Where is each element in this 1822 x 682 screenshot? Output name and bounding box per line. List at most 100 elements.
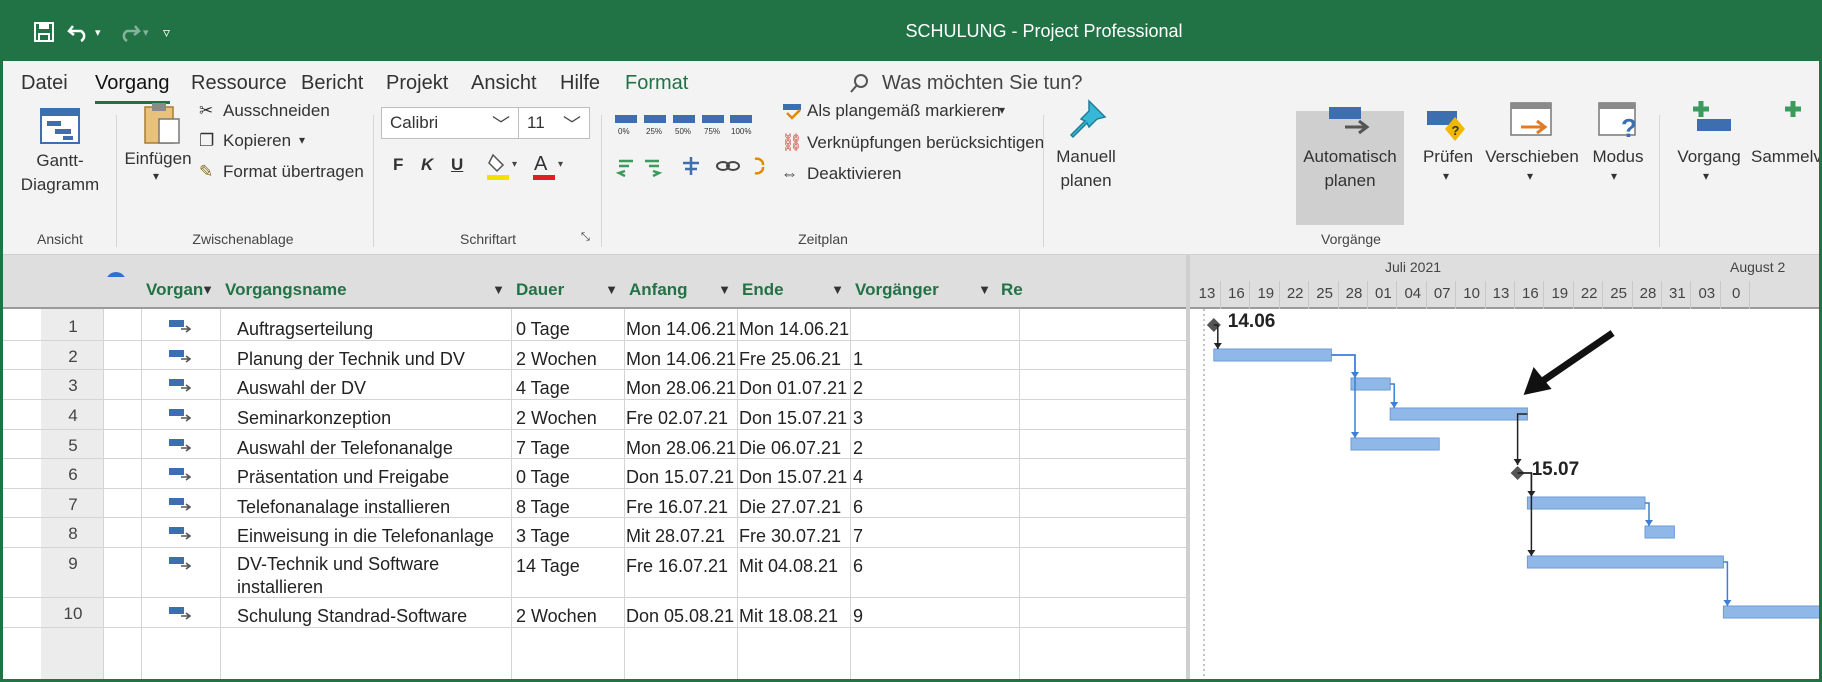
auto-scheduled-icon	[169, 526, 192, 540]
task-duration: 0 Tage	[516, 319, 570, 339]
filter-dropdown-icon[interactable]: ▼	[831, 282, 844, 297]
task-start: Don 15.07.21	[626, 467, 735, 487]
tab-ansicht[interactable]: Ansicht	[471, 72, 537, 95]
paste-button[interactable]: Einfügen	[123, 147, 193, 171]
gantt-chart-button[interactable]: Gantt- Diagramm	[13, 149, 107, 197]
task-predecessors: 1	[853, 349, 864, 369]
italic-button[interactable]: K	[421, 155, 433, 175]
ribbon-divider	[1659, 115, 1660, 247]
table-row[interactable]: 5 Auswahl der Telefonanalge 7 Tage Mon 28.0…	[3, 430, 1186, 459]
column-header-resources[interactable]: Re	[1001, 280, 1023, 308]
dependency-link	[1331, 354, 1356, 438]
percent-0-button[interactable]: 0%	[618, 127, 630, 136]
mark-on-track-button[interactable]: Als plangemäß markieren	[807, 101, 1001, 121]
font-color-icon[interactable]: A ▾	[531, 151, 565, 186]
column-header-duration[interactable]: Dauer ▼	[516, 280, 624, 308]
task-start: Mon 14.06.21	[626, 319, 737, 339]
insert-summary-icon[interactable]	[1779, 99, 1819, 144]
bold-button[interactable]: F	[393, 155, 403, 175]
mode-button[interactable]: Modus	[1585, 145, 1651, 169]
inactivate-button[interactable]: Deaktivieren	[807, 164, 902, 184]
task-duration: 2 Wochen	[516, 408, 597, 428]
filter-dropdown-icon[interactable]: ▼	[201, 282, 214, 297]
table-row[interactable]: 10 Schulung Standrad-Software 2 Wochen Don …	[3, 598, 1186, 628]
insert-task-dropdown-icon[interactable]: ▾	[1703, 169, 1709, 183]
mode-dropdown-icon[interactable]: ▾	[1611, 169, 1617, 183]
filter-dropdown-icon[interactable]: ▼	[492, 282, 505, 297]
cut-button[interactable]: Ausschneiden	[223, 101, 330, 121]
clipboard-icon[interactable]	[141, 101, 183, 150]
underline-button[interactable]: U	[451, 155, 463, 175]
table-row[interactable]: 8 Einweisung in die Telefonanlage 3 Tage Mi…	[3, 518, 1186, 548]
table-row[interactable]: 4 Seminarkonzeption 2 Wochen Fre 02.07.21 Do…	[3, 400, 1186, 430]
table-row[interactable]: 7 Telefonanalage installieren 8 Tage Fre 16…	[3, 489, 1186, 518]
percent-100-button[interactable]: 100%	[731, 127, 751, 136]
auto-scheduled-icon	[169, 408, 192, 422]
table-row[interactable]: 2 Planung der Technik und DV 2 Wochen Mon 1…	[3, 341, 1186, 370]
move-task-icon[interactable]	[1507, 99, 1555, 148]
task-bar	[1526, 555, 1724, 569]
dialog-launcher-icon[interactable]: ⤡	[581, 231, 590, 244]
task-start: Mon 28.06.21	[626, 378, 737, 398]
percent-75-button[interactable]: 75%	[704, 127, 720, 136]
tab-bericht[interactable]: Bericht	[301, 72, 363, 95]
task-duration: 0 Tage	[516, 467, 570, 487]
auto-schedule-button[interactable]: Automatisch planen	[1296, 145, 1404, 193]
column-header-finish[interactable]: Ende ▼	[742, 280, 850, 308]
filter-dropdown-icon[interactable]: ▼	[978, 282, 991, 297]
move-button[interactable]: Verschieben	[1477, 145, 1587, 169]
inspect-button[interactable]: Prüfen	[1419, 145, 1477, 169]
filter-dropdown-icon[interactable]: ▼	[605, 282, 618, 297]
auto-schedule-icon[interactable]	[1325, 101, 1373, 146]
format-painter-button[interactable]: Format übertragen	[223, 162, 364, 182]
table-row[interactable]: 9 DV-Technik und Software installieren 14 T…	[3, 548, 1186, 598]
pushpin-icon[interactable]	[1065, 97, 1109, 146]
column-header-mode[interactable]: Vorgan ▼	[146, 280, 220, 308]
filter-dropdown-icon[interactable]: ▼	[718, 282, 731, 297]
table-row[interactable]: 6 Präsentation und Freigabe 0 Tage Don 15.0…	[3, 459, 1186, 489]
mark-on-track-dropdown-icon[interactable]: ▾	[999, 103, 1005, 117]
font-name-combo[interactable]: Calibri ﹀	[381, 107, 519, 139]
gantt-chart-icon[interactable]	[39, 107, 81, 150]
info-column-header[interactable]: i	[103, 249, 139, 277]
table-row[interactable]: 1 Auftragserteilung 0 Tage Mon 14.06.21 Mon …	[3, 311, 1186, 341]
inspect-icon[interactable]: ?	[1425, 103, 1469, 148]
insert-task-icon[interactable]	[1687, 99, 1735, 144]
tab-vorgang[interactable]: Vorgang	[95, 72, 170, 104]
auto-scheduled-icon	[169, 467, 192, 481]
percent-25-button[interactable]: 25%	[646, 127, 662, 136]
font-size-combo[interactable]: 11 ﹀	[518, 107, 590, 139]
tab-projekt[interactable]: Projekt	[386, 72, 448, 95]
window-title: SCHULUNG - Project Professional	[905, 21, 1183, 41]
paste-dropdown-icon[interactable]: ▾	[153, 169, 159, 183]
column-header-start[interactable]: Anfang ▼	[629, 280, 737, 308]
column-header-predecessors[interactable]: Vorgänger ▼	[855, 280, 997, 308]
copy-button[interactable]: Kopieren	[223, 131, 291, 151]
column-header-name[interactable]: Vorgangsname ▼	[225, 280, 511, 308]
copy-dropdown-icon[interactable]: ▾	[299, 133, 305, 147]
tab-format[interactable]: Format	[625, 72, 688, 95]
tab-hilfe[interactable]: Hilfe	[560, 72, 600, 95]
tab-ressource[interactable]: Ressource	[191, 72, 287, 95]
percent-50-button[interactable]: 50%	[675, 127, 691, 136]
task-bar	[1722, 605, 1819, 619]
task-finish: Mit 04.08.21	[739, 556, 839, 576]
annotation-arrow-shaft	[1537, 330, 1615, 386]
dependency-link	[1723, 561, 1729, 606]
tab-datei[interactable]: Datei	[21, 72, 68, 95]
row-number: 5	[68, 436, 78, 455]
mode-icon[interactable]: ?	[1595, 99, 1643, 148]
task-start: Mon 28.06.21	[626, 438, 737, 458]
row-number: 3	[68, 376, 78, 395]
inspect-dropdown-icon[interactable]: ▾	[1443, 169, 1449, 183]
task-duration: 3 Tage	[516, 526, 570, 546]
move-dropdown-icon[interactable]: ▾	[1527, 169, 1533, 183]
tell-me-search[interactable]: Was möchten Sie tun?	[848, 72, 1082, 95]
insert-task-button[interactable]: Vorgang	[1671, 145, 1747, 169]
task-name: Einweisung in die Telefonanlage	[237, 526, 494, 546]
table-row[interactable]: 3 Auswahl der DV 4 Tage Mon 28.06.21 Don 01.…	[3, 370, 1186, 400]
insert-summary-button[interactable]: Sammelv	[1751, 145, 1819, 169]
highlight-color-icon[interactable]: ▾	[485, 151, 519, 186]
respect-links-button[interactable]: Verknüpfungen berücksichtigen	[807, 133, 1044, 153]
manual-schedule-button[interactable]: Manuell planen	[1051, 145, 1121, 193]
